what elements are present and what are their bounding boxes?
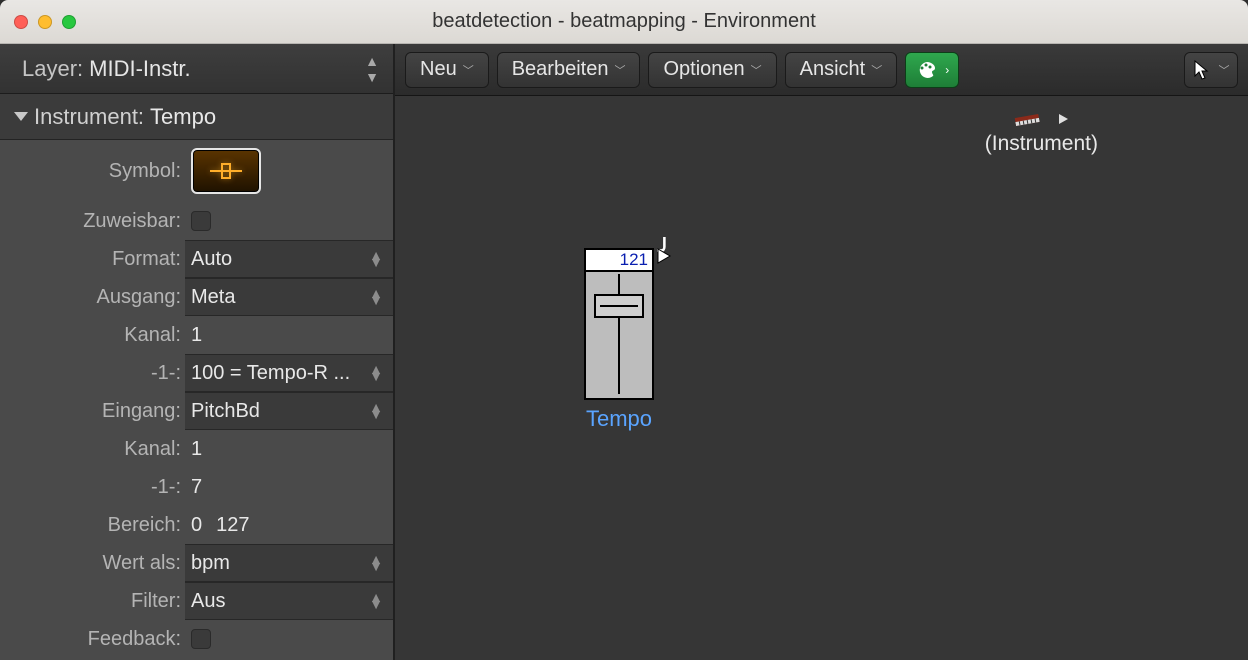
filter-label: Filter:: [0, 590, 185, 613]
row-zuweisbar: Zuweisbar:: [0, 202, 393, 240]
layer-value: MIDI-Instr.: [89, 56, 190, 82]
feedback-label: Feedback:: [0, 628, 185, 651]
output-port-icon[interactable]: [1059, 114, 1068, 124]
ausgang-label: Ausgang:: [0, 286, 185, 309]
toolbar: Neu ﹀ Bearbeiten ﹀ Optionen ﹀ Ansicht ﹀ › ﹀: [395, 44, 1248, 96]
zuweisbar-label: Zuweisbar:: [0, 210, 185, 233]
inspector-panel: Layer: MIDI-Instr. ▲▼ Instrument: Tempo …: [0, 44, 395, 660]
edit-label: Bearbeiten: [512, 58, 609, 81]
stepper-icon[interactable]: [369, 366, 383, 380]
environment-canvas[interactable]: (Instrument) ╯ 121 Tempo: [395, 96, 1248, 660]
minus1-out-label: -1-:: [0, 362, 185, 385]
close-window-button[interactable]: [14, 15, 28, 29]
fader-thumb[interactable]: [594, 294, 644, 318]
canvas-area: Neu ﹀ Bearbeiten ﹀ Optionen ﹀ Ansicht ﹀ › ﹀: [395, 44, 1248, 660]
row-ausgang[interactable]: Ausgang: Meta: [0, 278, 393, 316]
ausgang-value: Meta: [191, 286, 235, 309]
instrument-label: (Instrument): [985, 132, 1098, 156]
pointer-tool[interactable]: ﹀: [1184, 52, 1238, 88]
minimize-window-button[interactable]: [38, 15, 52, 29]
minus1-out-value: 100 = Tempo-R ...: [191, 362, 350, 385]
instrument-object[interactable]: (Instrument): [985, 112, 1098, 156]
section-label: Instrument:: [34, 104, 144, 130]
symbol-label: Symbol:: [0, 160, 185, 183]
window-controls: [0, 15, 76, 29]
stepper-icon[interactable]: [369, 556, 383, 570]
row-format[interactable]: Format: Auto: [0, 240, 393, 278]
row-wertals[interactable]: Wert als: bpm: [0, 544, 393, 582]
row-bereich[interactable]: Bereich: 0 127: [0, 506, 393, 544]
bereich-max: 127: [216, 514, 249, 537]
feedback-checkbox[interactable]: [191, 629, 211, 649]
section-header[interactable]: Instrument: Tempo: [0, 94, 393, 140]
row-minus1-out[interactable]: -1-: 100 = Tempo-R ...: [0, 354, 393, 392]
window-title: beatdetection - beatmapping - Environmen…: [0, 10, 1248, 33]
titlebar: beatdetection - beatmapping - Environmen…: [0, 0, 1248, 44]
kanal-in-label: Kanal:: [0, 438, 185, 461]
stepper-icon[interactable]: [369, 594, 383, 608]
stepper-icon[interactable]: [369, 404, 383, 418]
new-label: Neu: [420, 58, 457, 81]
disclosure-triangle-icon[interactable]: [14, 112, 28, 121]
cursor-icon: [1193, 60, 1209, 80]
zoom-window-button[interactable]: [62, 15, 76, 29]
fader-body[interactable]: 121: [584, 248, 654, 400]
midi-thru-button[interactable]: ›: [905, 52, 959, 88]
output-port-icon[interactable]: [657, 248, 671, 264]
new-menu[interactable]: Neu ﹀: [405, 52, 489, 88]
keyboard-icon: [1014, 110, 1040, 128]
tempo-fader-object[interactable]: ╯ 121 Tempo: [581, 248, 657, 432]
chevron-down-icon: ﹀: [1219, 62, 1230, 78]
section-value: Tempo: [150, 104, 216, 130]
row-eingang[interactable]: Eingang: PitchBd: [0, 392, 393, 430]
filter-value: Aus: [191, 590, 225, 613]
symbol-swatch[interactable]: [191, 148, 261, 194]
chevron-down-icon: ﹀: [751, 62, 762, 78]
chevron-down-icon: ﹀: [463, 62, 474, 78]
bereich-min: 0: [191, 514, 202, 537]
layer-label: Layer:: [22, 56, 83, 82]
chevron-down-icon: ﹀: [871, 62, 882, 78]
palette-icon: [915, 60, 941, 80]
row-minus1-in[interactable]: -1-: 7: [0, 468, 393, 506]
chevron-down-icon: ﹀: [614, 62, 625, 78]
row-symbol: Symbol:: [0, 140, 393, 202]
format-label: Format:: [0, 248, 185, 271]
eingang-label: Eingang:: [0, 400, 185, 423]
format-value: Auto: [191, 248, 232, 271]
fader-readout[interactable]: 121: [586, 250, 652, 272]
kanal-out-label: Kanal:: [0, 324, 185, 347]
zuweisbar-checkbox[interactable]: [191, 211, 211, 231]
bereich-label: Bereich:: [0, 514, 185, 537]
stepper-icon[interactable]: [369, 252, 383, 266]
view-menu[interactable]: Ansicht ﹀: [785, 52, 898, 88]
row-filter[interactable]: Filter: Aus: [0, 582, 393, 620]
edit-menu[interactable]: Bearbeiten ﹀: [497, 52, 641, 88]
wertals-label: Wert als:: [0, 552, 185, 575]
chevron-down-icon: ▲▼: [365, 53, 379, 85]
layer-selector[interactable]: Layer: MIDI-Instr. ▲▼: [0, 44, 393, 94]
chevron-right-icon: ›: [945, 63, 949, 77]
options-menu[interactable]: Optionen ﹀: [648, 52, 776, 88]
options-label: Optionen: [663, 58, 744, 81]
eingang-value: PitchBd: [191, 400, 260, 423]
minus1-in-label: -1-:: [0, 476, 185, 499]
row-kanal-out[interactable]: Kanal: 1: [0, 316, 393, 354]
fader-label[interactable]: Tempo: [581, 406, 657, 432]
view-label: Ansicht: [800, 58, 866, 81]
row-kanal-in[interactable]: Kanal: 1: [0, 430, 393, 468]
stepper-icon[interactable]: [369, 290, 383, 304]
fader-icon: [208, 158, 244, 184]
wertals-value: bpm: [191, 552, 230, 575]
kanal-out-value: 1: [191, 324, 202, 347]
fader-track[interactable]: [592, 274, 646, 394]
kanal-in-value: 1: [191, 438, 202, 461]
minus1-in-value: 7: [191, 476, 202, 499]
row-feedback: Feedback:: [0, 620, 393, 658]
